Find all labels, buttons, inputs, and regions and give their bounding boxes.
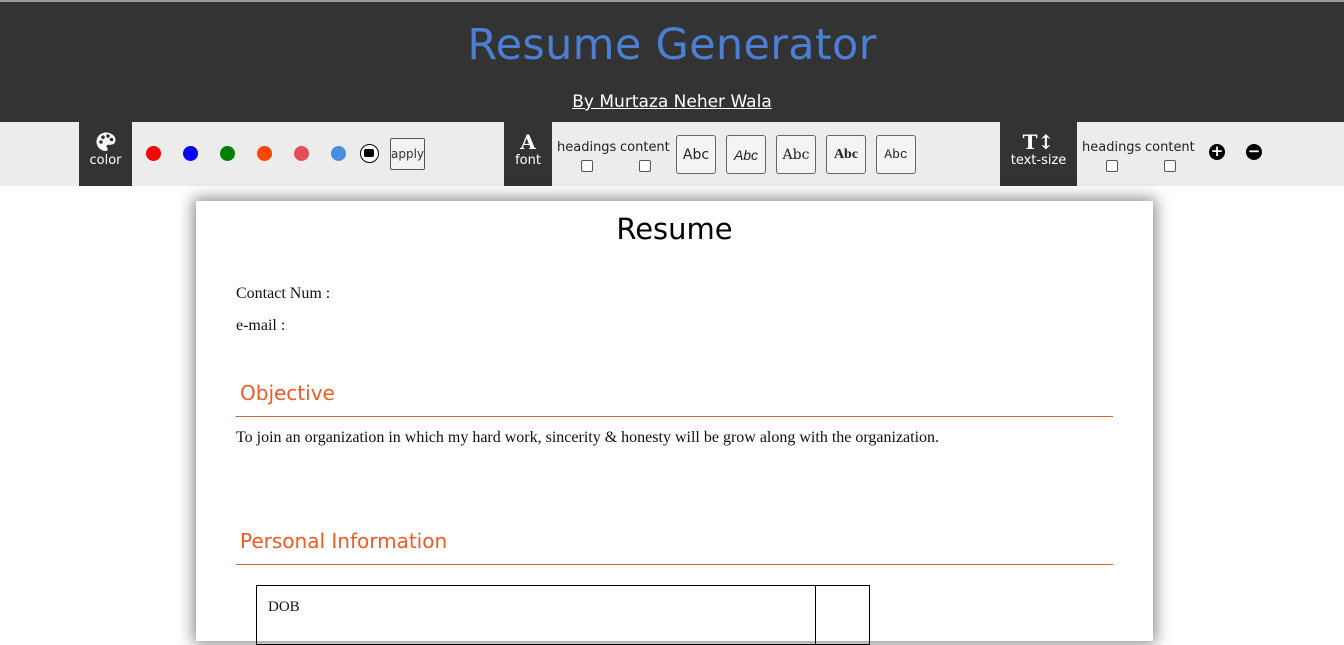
email-label: e-mail : <box>236 317 286 334</box>
size-headings-option: headings <box>1082 140 1141 172</box>
font-headings-option: headings <box>557 140 616 172</box>
font-option-2[interactable]: Abc <box>726 135 766 174</box>
size-headings-label: headings <box>1082 140 1142 155</box>
table-cell-label: DOB <box>257 586 816 644</box>
font-icon: A <box>520 130 536 154</box>
color-label: color <box>89 153 122 168</box>
color-swatch-light-blue[interactable] <box>331 146 346 161</box>
size-content-checkbox[interactable] <box>1163 160 1176 172</box>
color-picker-icon[interactable] <box>360 144 379 163</box>
color-swatch-blue[interactable] <box>183 146 198 161</box>
font-tool[interactable]: A font <box>504 122 552 186</box>
resume-title: Resume <box>616 212 733 246</box>
color-swatch-green[interactable] <box>220 146 235 161</box>
color-swatch-orange[interactable] <box>257 146 272 161</box>
color-swatch-red[interactable] <box>146 146 161 161</box>
contact-number-label: Contact Num : <box>236 285 331 302</box>
size-content-label: content <box>1145 140 1195 155</box>
app-header: Resume Generator By Murtaza Neher Wala <box>0 2 1344 122</box>
font-label: font <box>515 153 541 168</box>
palette-icon <box>79 131 132 153</box>
font-content-option: content <box>620 140 670 172</box>
color-swatch-pink[interactable] <box>294 146 309 161</box>
increase-size-icon[interactable]: + <box>1209 144 1225 160</box>
formatting-toolbar: color apply A font headings content Abc … <box>0 122 1344 186</box>
font-option-3[interactable]: Abc <box>776 135 816 174</box>
font-headings-label: headings <box>557 140 617 155</box>
objective-divider <box>236 416 1113 417</box>
font-headings-checkbox[interactable] <box>580 160 593 172</box>
personal-info-heading: Personal Information <box>240 529 448 553</box>
personal-info-table: DOB <box>256 585 870 645</box>
apply-color-button[interactable]: apply <box>390 138 425 170</box>
app-title: Resume Generator <box>467 20 877 70</box>
text-size-label: text-size <box>1010 153 1067 168</box>
font-option-4[interactable]: Abc <box>826 135 866 174</box>
author-link[interactable]: By Murtaza Neher Wala <box>572 92 771 112</box>
objective-heading: Objective <box>240 381 335 405</box>
font-option-1[interactable]: Abc <box>676 135 716 174</box>
font-content-label: content <box>620 140 670 155</box>
dob-label: DOB <box>268 599 300 615</box>
color-tool[interactable]: color <box>79 122 132 186</box>
decrease-size-icon[interactable]: − <box>1246 144 1262 160</box>
font-option-5[interactable]: Abc <box>876 135 916 174</box>
personal-info-divider <box>236 564 1113 565</box>
resume-sheet: Resume Contact Num : e-mail : Objective … <box>196 201 1153 645</box>
size-content-option: content <box>1145 140 1195 172</box>
font-content-checkbox[interactable] <box>638 160 651 172</box>
text-size-icon: T↕ <box>1022 130 1055 154</box>
size-headings-checkbox[interactable] <box>1105 160 1118 172</box>
objective-text: To join an organization in which my hard… <box>236 429 940 446</box>
text-size-tool[interactable]: T↕ text-size <box>1000 122 1077 186</box>
